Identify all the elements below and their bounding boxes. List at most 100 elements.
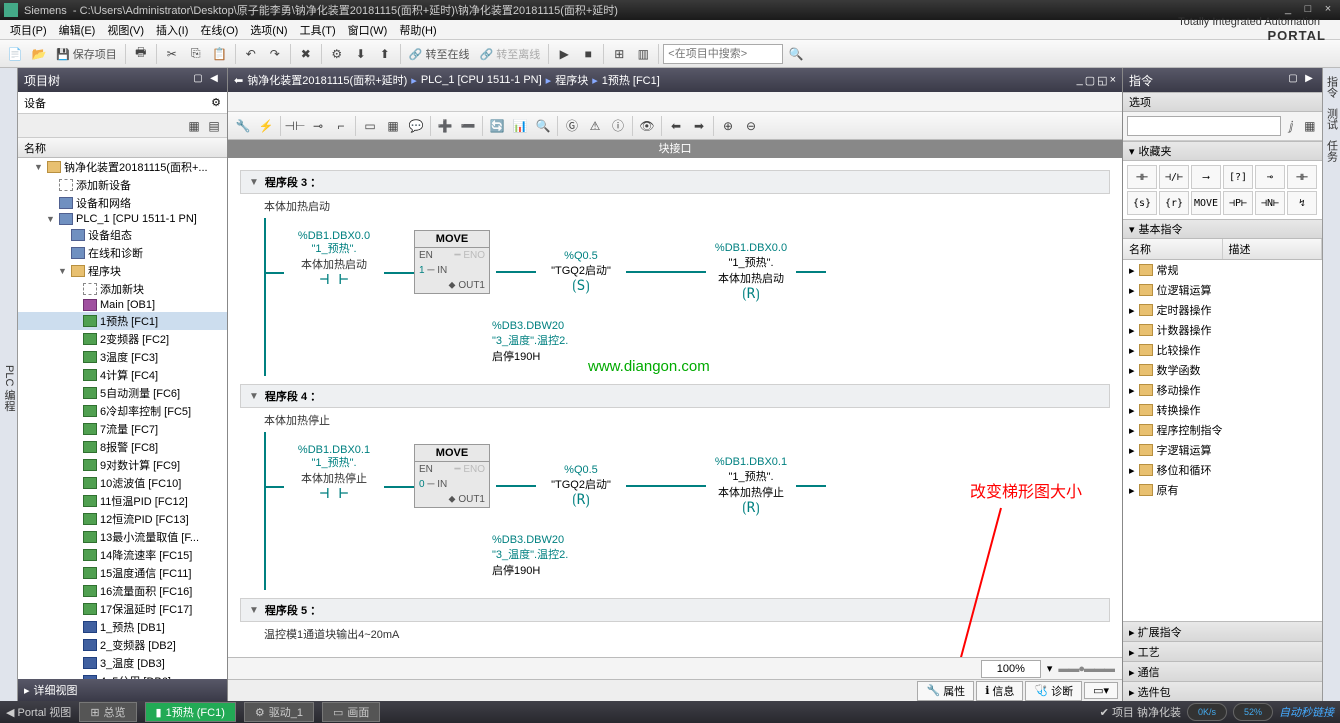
tree-view2-icon[interactable]: ▤ [205, 117, 223, 135]
options-header[interactable]: 选项 [1123, 92, 1322, 112]
menu-view[interactable]: 视图(V) [101, 20, 150, 40]
vtab-test[interactable]: 测试 [1324, 108, 1340, 130]
instr-view-icon[interactable]: ▦ [1302, 116, 1318, 136]
favorite-instr-button[interactable]: ⊣/⊢ [1159, 165, 1189, 189]
ed-icon-j[interactable]: ⊖ [740, 115, 762, 137]
ed-network-icon[interactable]: ▦ [382, 115, 404, 137]
tab-info[interactable]: ℹ信息 [976, 681, 1023, 701]
ed-icon-i[interactable]: ⊕ [717, 115, 739, 137]
tree-item[interactable]: 7流量 [FC7] [18, 420, 227, 438]
vtab-tasks[interactable]: 任务 [1324, 140, 1340, 162]
menu-online[interactable]: 在线(O) [194, 20, 244, 40]
start-cpu-icon[interactable]: ▶ [553, 43, 575, 65]
tree-item[interactable]: 8报警 [FC8] [18, 438, 227, 456]
ed-coil-icon[interactable]: ⊸ [307, 115, 329, 137]
favorite-instr-button[interactable]: ⊣⊢ [1127, 165, 1157, 189]
instr-category[interactable]: ▸转换操作 [1123, 400, 1322, 420]
search-icon[interactable]: 🔍 [785, 43, 807, 65]
instr-category[interactable]: ▸原有 [1123, 480, 1322, 500]
section-tech[interactable]: ▸ 工艺 [1123, 641, 1322, 661]
tab-diagnostics[interactable]: 🩺诊断 [1025, 681, 1082, 701]
status-tab-overview[interactable]: ⊞ 总览 [79, 702, 136, 722]
copy-icon[interactable]: ⎘ [185, 43, 207, 65]
tree-item[interactable]: 6冷却率控制 [FC5] [18, 402, 227, 420]
tree-item[interactable]: 9对数计算 [FC9] [18, 456, 227, 474]
tree-item[interactable]: 添加新块 [18, 280, 227, 298]
tree-item[interactable]: ▼钠净化装置20181115(面积+... [18, 158, 227, 176]
tree-item[interactable]: 4_5公用 [DB6] [18, 672, 227, 679]
instr-pin-icon[interactable]: ▶ [1302, 73, 1316, 87]
tab-expand[interactable]: ▭▾ [1084, 682, 1118, 699]
instr-search-input[interactable] [1127, 116, 1281, 136]
redo-icon[interactable]: ↷ [264, 43, 286, 65]
instr-category[interactable]: ▸移位和循环 [1123, 460, 1322, 480]
ed-icon-h[interactable]: ➡ [688, 115, 710, 137]
tree-item[interactable]: 3_温度 [DB3] [18, 654, 227, 672]
vtab-instructions[interactable]: 指令 [1324, 76, 1340, 98]
tree-view1-icon[interactable]: ▦ [185, 117, 203, 135]
ed-monitor-icon[interactable]: 👁 [636, 115, 658, 137]
favorite-instr-button[interactable]: {s} [1127, 191, 1157, 215]
undo-icon[interactable]: ↶ [240, 43, 262, 65]
ed-contact-icon[interactable]: ⊣⊢ [284, 115, 306, 137]
tab-properties[interactable]: 🔧属性 [917, 681, 974, 701]
tree-item[interactable]: 添加新设备 [18, 176, 227, 194]
ed-comment-icon[interactable]: 💬 [405, 115, 427, 137]
network-3[interactable]: ▼程序段 3 ： 本体加热启动 %DB1.DBX0.0"1_预热".本体加热启动… [240, 170, 1110, 376]
tree-item[interactable]: 3温度 [FC3] [18, 348, 227, 366]
left-vtab-plc[interactable]: PLC 编程 [0, 68, 18, 701]
tree-pin-icon[interactable]: ◀ [207, 73, 221, 87]
interface-header[interactable]: 块接口 [228, 140, 1122, 158]
favorite-instr-button[interactable]: ⊸ [1255, 165, 1285, 189]
tree-opts-icon[interactable]: ⚙ [211, 96, 221, 109]
tree-item[interactable]: 2_变频器 [DB2] [18, 636, 227, 654]
tree-item[interactable]: 12恒流PID [FC13] [18, 510, 227, 528]
editor-max-icon[interactable]: ▢ [1085, 74, 1095, 87]
section-comm[interactable]: ▸ 通信 [1123, 661, 1322, 681]
instr-category[interactable]: ▸比较操作 [1123, 340, 1322, 360]
delete-icon[interactable]: ✖ [295, 43, 317, 65]
ed-icon-a[interactable]: 🔄 [486, 115, 508, 137]
zoom-dropdown-icon[interactable]: ▾ [1047, 662, 1053, 675]
crumb-3[interactable]: 1预热 [FC1] [602, 72, 660, 88]
tree-item[interactable]: 设备组态 [18, 226, 227, 244]
download-icon[interactable]: ⬇ [350, 43, 372, 65]
tree-item[interactable]: 15温度通信 [FC11] [18, 564, 227, 582]
tree-item[interactable]: Main [OB1] [18, 298, 227, 312]
status-tab-screen[interactable]: ▭ 画面 [322, 702, 380, 722]
ed-icon-b[interactable]: 📊 [509, 115, 531, 137]
section-options[interactable]: ▸ 选件包 [1123, 681, 1322, 701]
ed-icon-c[interactable]: 🔍 [532, 115, 554, 137]
tree-item[interactable]: 1_预热 [DB1] [18, 618, 227, 636]
compile-icon[interactable]: ⚙ [326, 43, 348, 65]
upload-icon[interactable]: ⬆ [374, 43, 396, 65]
crumb-1[interactable]: PLC_1 [CPU 1511-1 PN] [421, 74, 542, 86]
crumb-0[interactable]: 钠净化装置20181115(面积+延时) [247, 72, 407, 88]
ed-icon-g[interactable]: ⬅ [665, 115, 687, 137]
editor-restore-icon[interactable]: ◱ [1097, 74, 1107, 87]
favorite-instr-button[interactable]: [?] [1223, 165, 1253, 189]
menu-window[interactable]: 窗口(W) [342, 20, 394, 40]
basic-instr-header[interactable]: ▾基本指令 [1123, 219, 1322, 239]
new-project-icon[interactable]: 📄 [4, 43, 26, 65]
network-5[interactable]: ▼程序段 5 ： 温控模1通道块输出4~20mA [240, 598, 1110, 646]
instr-category[interactable]: ▸常规 [1123, 260, 1322, 280]
instr-category[interactable]: ▸位逻辑运算 [1123, 280, 1322, 300]
instr-category[interactable]: ▸计数器操作 [1123, 320, 1322, 340]
tree-item[interactable]: 设备和网络 [18, 194, 227, 212]
ed-icon-f[interactable]: ⓘ [607, 115, 629, 137]
favorite-instr-button[interactable]: ↯ [1287, 191, 1317, 215]
tree-item[interactable]: 1预热 [FC1] [18, 312, 227, 330]
status-tab-drive[interactable]: ⚙ 驱动_1 [244, 702, 314, 722]
tree-item[interactable]: ▼PLC_1 [CPU 1511-1 PN] [18, 212, 227, 226]
favorite-instr-button[interactable]: ⊣⊢ [1287, 165, 1317, 189]
ed-icon-2[interactable]: ⚡ [255, 115, 277, 137]
tree-item[interactable]: 14降流速率 [FC15] [18, 546, 227, 564]
ed-insert-icon[interactable]: ➕ [434, 115, 456, 137]
menu-edit[interactable]: 编辑(E) [53, 20, 102, 40]
ed-icon-d[interactable]: Ⓖ [561, 115, 583, 137]
split-icon[interactable]: ▥ [632, 43, 654, 65]
favorite-instr-button[interactable]: ⊣N⊢ [1255, 191, 1285, 215]
menu-help[interactable]: 帮助(H) [393, 20, 442, 40]
crumb-nav-icon[interactable]: ⬅ [234, 74, 243, 87]
